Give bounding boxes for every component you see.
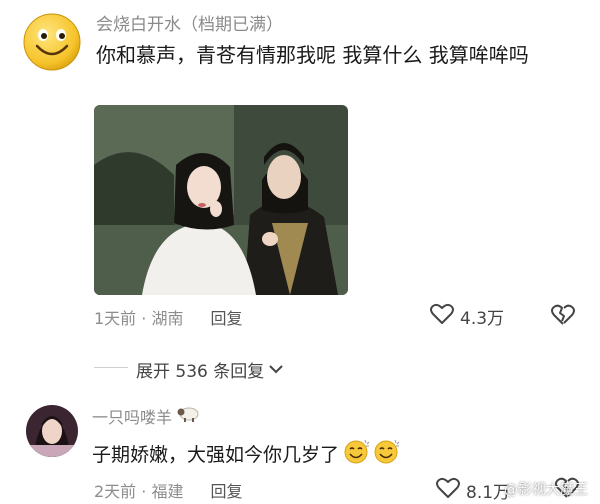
comment-text: 你和慕声，青苍有情那我呢 我算什么 我算哞哞吗 [96, 43, 529, 67]
user-avatar-smiley[interactable] [22, 12, 82, 72]
like-button[interactable]: 4.3万 [430, 303, 504, 330]
comment-username[interactable]: 会烧白开水（档期已满） [96, 10, 283, 35]
chevron-down-icon [268, 360, 284, 380]
expand-replies-button[interactable]: 展开 536 条回复 [136, 357, 284, 382]
sheep-icon [176, 405, 200, 427]
comment2-text: 子期娇嫩，大强如今你几岁了 [92, 444, 340, 466]
comment2-meta: 2天前 · 福建 回复 [94, 478, 243, 502]
reply-button-2[interactable]: 回复 [211, 482, 243, 501]
comment2-text-row: 子期娇嫩，大强如今你几岁了 [92, 438, 401, 469]
like-count: 4.3万 [460, 309, 505, 329]
expand-replies-label: 展开 536 条回复 [136, 362, 265, 382]
reply-button[interactable]: 回复 [211, 309, 243, 328]
comment-meta: 1天前 · 湖南 回复 [94, 305, 243, 329]
heart-icon [436, 477, 460, 504]
expand-divider [94, 367, 128, 368]
like-button-2[interactable]: 8.1万 [436, 477, 510, 504]
watermark: @影视大魔王 [504, 482, 588, 498]
user-avatar-photo[interactable] [26, 405, 78, 457]
heart-icon [430, 303, 454, 330]
smile-emoji-icon [373, 438, 401, 469]
comment-username-2[interactable]: 一只吗喽羊 [92, 404, 200, 428]
comment2-time-location: 2天前 · 福建 [94, 482, 184, 501]
comment-photo[interactable] [94, 105, 348, 295]
broken-heart-icon [550, 304, 576, 331]
comment2-username[interactable]: 一只吗喽羊 [92, 404, 172, 428]
comment-time-location: 1天前 · 湖南 [94, 309, 184, 328]
smile-emoji-icon [343, 438, 371, 469]
dislike-button[interactable] [550, 303, 576, 331]
